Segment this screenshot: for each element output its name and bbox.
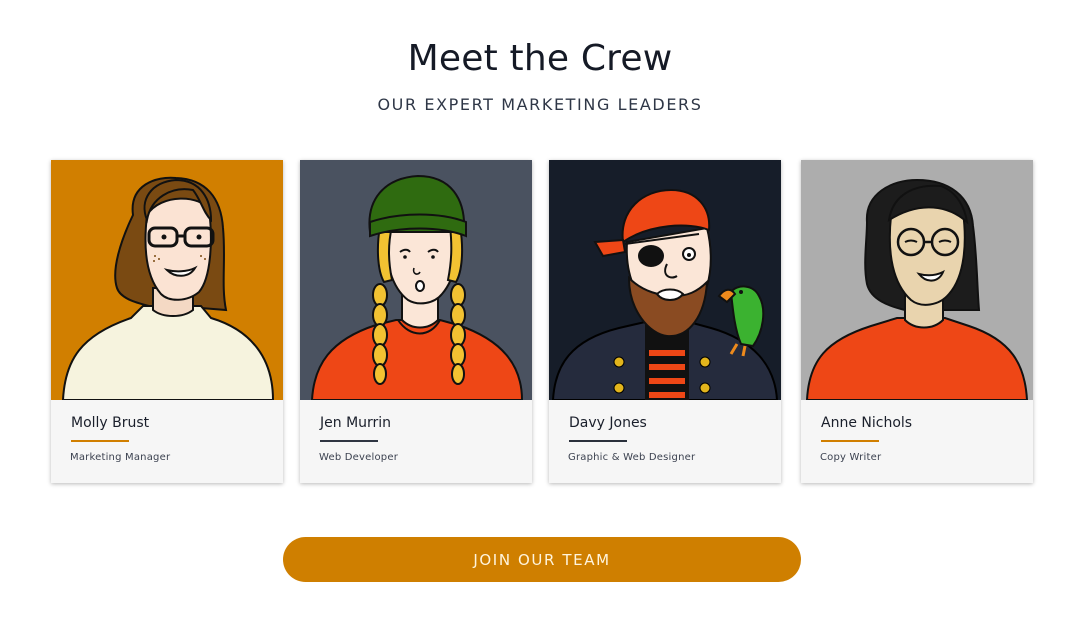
member-role: Marketing Manager [70,452,171,463]
join-our-team-button[interactable]: JOIN OUR TEAM [283,537,801,582]
name-underline [821,440,879,442]
card-info: Anne Nichols Copy Writer [801,400,1033,483]
portrait [51,160,283,400]
woman-glasses-brown-hair-icon [51,160,283,400]
member-role: Graphic & Web Designer [568,452,696,463]
member-role: Copy Writer [820,452,882,463]
member-name: Davy Jones [569,415,647,431]
portrait [549,160,781,400]
team-card[interactable]: Molly Brust Marketing Manager [51,160,283,483]
member-name: Molly Brust [71,415,150,431]
member-name: Jen Murrin [320,415,392,431]
team-grid: Molly Brust Marketing Manager Jen Murrin… [51,160,1033,485]
name-underline [569,440,627,442]
member-role: Web Developer [319,452,399,463]
member-name: Anne Nichols [821,415,913,431]
page-title: Meet the Crew [407,38,673,79]
portrait [801,160,1033,400]
team-card[interactable]: Anne Nichols Copy Writer [801,160,1033,483]
card-info: Davy Jones Graphic & Web Designer [549,400,781,483]
team-card[interactable]: Jen Murrin Web Developer [300,160,532,483]
woman-beanie-braids-icon [300,160,532,400]
page-subtitle: OUR EXPERT MARKETING LEADERS [377,95,703,114]
team-card[interactable]: Davy Jones Graphic & Web Designer [549,160,781,483]
card-info: Jen Murrin Web Developer [300,400,532,483]
portrait [300,160,532,400]
woman-round-glasses-black-hair-icon [801,160,1033,400]
pirate-with-parrot-icon [549,160,781,400]
name-underline [320,440,378,442]
card-info: Molly Brust Marketing Manager [51,400,283,483]
name-underline [71,440,129,442]
